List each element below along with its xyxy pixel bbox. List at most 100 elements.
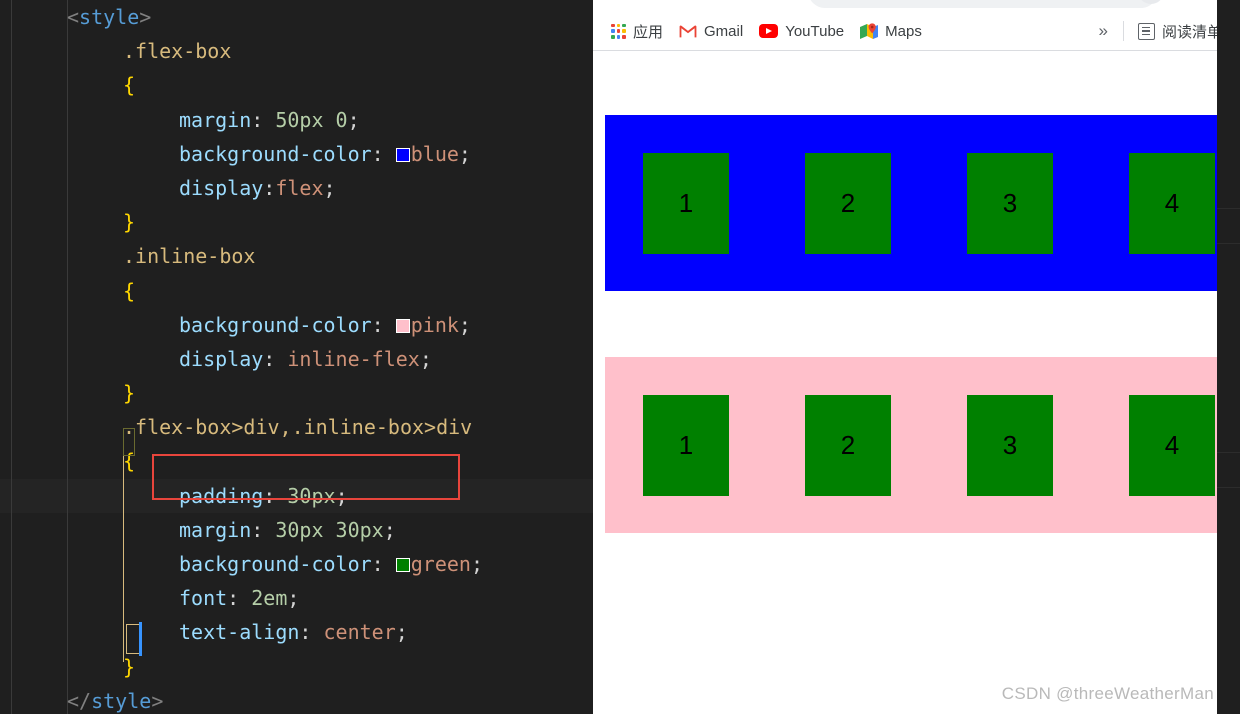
code-token: > — [139, 5, 152, 29]
flex-box-item-3: 3 — [967, 152, 1053, 254]
flex-box-item-4: 4 — [1129, 152, 1215, 254]
code-token: center — [323, 620, 396, 645]
gmail-icon — [679, 24, 697, 38]
code-token: ; — [395, 620, 408, 645]
code-token: ; — [458, 312, 471, 337]
color-swatch-icon — [395, 558, 410, 572]
code-token: 30px 30px — [275, 517, 384, 542]
apps-grid-icon — [611, 23, 626, 39]
code-token: { — [123, 278, 136, 303]
bookmark-label: YouTube — [785, 22, 845, 40]
code-token: text-align — [179, 620, 300, 645]
bracket-match-marker — [126, 624, 140, 654]
code-line[interactable]: { — [0, 444, 593, 478]
code-token: 2em — [251, 586, 288, 611]
code-token: > — [151, 688, 164, 713]
code-token: : — [227, 586, 252, 611]
text-caret — [139, 622, 142, 656]
code-line[interactable]: .inline-box — [0, 239, 593, 273]
code-token: ; — [383, 517, 396, 542]
inline-box-item-1: 1 — [643, 394, 729, 496]
reading-list-icon — [1137, 22, 1155, 40]
code-token: style — [91, 688, 152, 713]
bookmarks-vertical-divider — [1122, 21, 1124, 41]
code-token: background-color — [179, 312, 372, 337]
code-line[interactable]: display: inline-flex; — [0, 342, 593, 376]
bookmarks-bar[interactable]: 应用 Gmail YouTube Maps » 阅读清单 — [593, 12, 1240, 50]
code-token: ; — [347, 107, 360, 132]
code-token: font — [179, 586, 228, 611]
code-token: : — [371, 552, 396, 576]
code-token: ; — [287, 586, 300, 611]
code-token: < — [67, 5, 80, 29]
omnibox-strip — [593, 0, 1240, 12]
code-line[interactable]: } — [0, 205, 593, 239]
bookmark-label: Gmail — [704, 22, 744, 40]
code-line[interactable]: { — [0, 274, 593, 308]
flex-box-item-1: 1 — [643, 152, 729, 254]
code-token: .inline-box — [123, 244, 256, 269]
code-line[interactable]: background-color: green; — [0, 547, 593, 581]
bookmark-label: Maps — [885, 22, 922, 40]
bookmark-apps[interactable]: 应用 — [603, 18, 671, 45]
code-line[interactable]: padding: 30px; — [0, 478, 593, 513]
code-line[interactable]: } — [0, 650, 593, 684]
maps-icon — [860, 22, 879, 40]
bookmarks-overflow-button[interactable]: » — [1090, 19, 1117, 43]
code-token: : — [251, 107, 276, 132]
code-line[interactable]: margin: 30px 30px; — [0, 513, 593, 547]
bookmark-youtube[interactable]: YouTube — [751, 20, 852, 43]
code-line[interactable]: <style> — [0, 0, 593, 34]
code-token: display — [179, 175, 264, 200]
youtube-icon — [759, 24, 779, 38]
code-token: : — [299, 620, 324, 645]
inline-box-container: 1234 — [605, 357, 1223, 533]
code-line[interactable]: background-color: blue; — [0, 137, 593, 171]
reading-list-label: 阅读清单 — [1161, 23, 1222, 41]
bookmark-label: 应用 — [633, 23, 664, 41]
code-token: 50px 0 — [275, 107, 348, 132]
code-token: green — [410, 552, 471, 576]
code-token: } — [123, 654, 136, 679]
bookmark-gmail[interactable]: Gmail — [671, 20, 751, 43]
code-line[interactable]: } — [0, 376, 593, 410]
editor-window-right-sliver — [1217, 0, 1240, 714]
reading-list-button[interactable]: 阅读清单 — [1130, 18, 1230, 45]
flex-box-item-2: 2 — [805, 152, 891, 254]
code-token: 30px — [287, 483, 336, 508]
color-swatch-icon — [395, 147, 410, 162]
code-line[interactable]: display:flex; — [0, 171, 593, 205]
code-line[interactable]: .flex-box>div,.inline-box>div — [0, 410, 593, 444]
code-token: display — [179, 346, 264, 371]
code-token: .flex-box — [123, 39, 232, 64]
code-token: blue — [410, 141, 459, 166]
code-token: ; — [458, 141, 471, 166]
code-token: } — [123, 210, 136, 235]
code-line[interactable]: margin: 50px 0; — [0, 103, 593, 137]
code-line[interactable]: .flex-box — [0, 34, 593, 68]
code-line-list[interactable]: <style> .flex-box{margin: 50px 0; backgrou… — [0, 0, 593, 714]
code-token: </ — [67, 688, 92, 713]
code-token: ; — [335, 483, 348, 508]
flex-box-container: 1234 — [605, 115, 1223, 291]
code-token: ; — [323, 175, 336, 200]
code-token: margin — [179, 107, 252, 132]
watermark-text: CSDN @threeWeatherMan — [1001, 684, 1214, 703]
screen-root: <style> .flex-box{margin: 50px 0; backgrou… — [0, 0, 1240, 714]
code-token: background-color — [179, 552, 372, 576]
code-token: inline-flex — [287, 346, 420, 371]
bookmark-maps[interactable]: Maps — [852, 20, 930, 43]
code-line[interactable]: background-color: pink; — [0, 308, 593, 342]
browser-pane[interactable]: 应用 Gmail YouTube Maps» 阅读清单 1234 1234 CSDN @… — [593, 0, 1240, 714]
code-token: } — [123, 381, 136, 406]
code-line[interactable]: </style> — [0, 684, 593, 714]
page-viewport: 1234 1234 — [593, 51, 1240, 714]
address-bar[interactable] — [808, 0, 1158, 8]
code-token: ; — [419, 346, 432, 371]
code-line[interactable]: font: 2em; — [0, 581, 593, 615]
code-line[interactable]: { — [0, 68, 593, 102]
code-line[interactable]: text-align: center; — [0, 615, 593, 649]
code-editor-pane[interactable]: <style> .flex-box{margin: 50px 0; backgrou… — [0, 0, 593, 714]
code-token: style — [79, 5, 140, 29]
code-token: : — [251, 517, 276, 542]
